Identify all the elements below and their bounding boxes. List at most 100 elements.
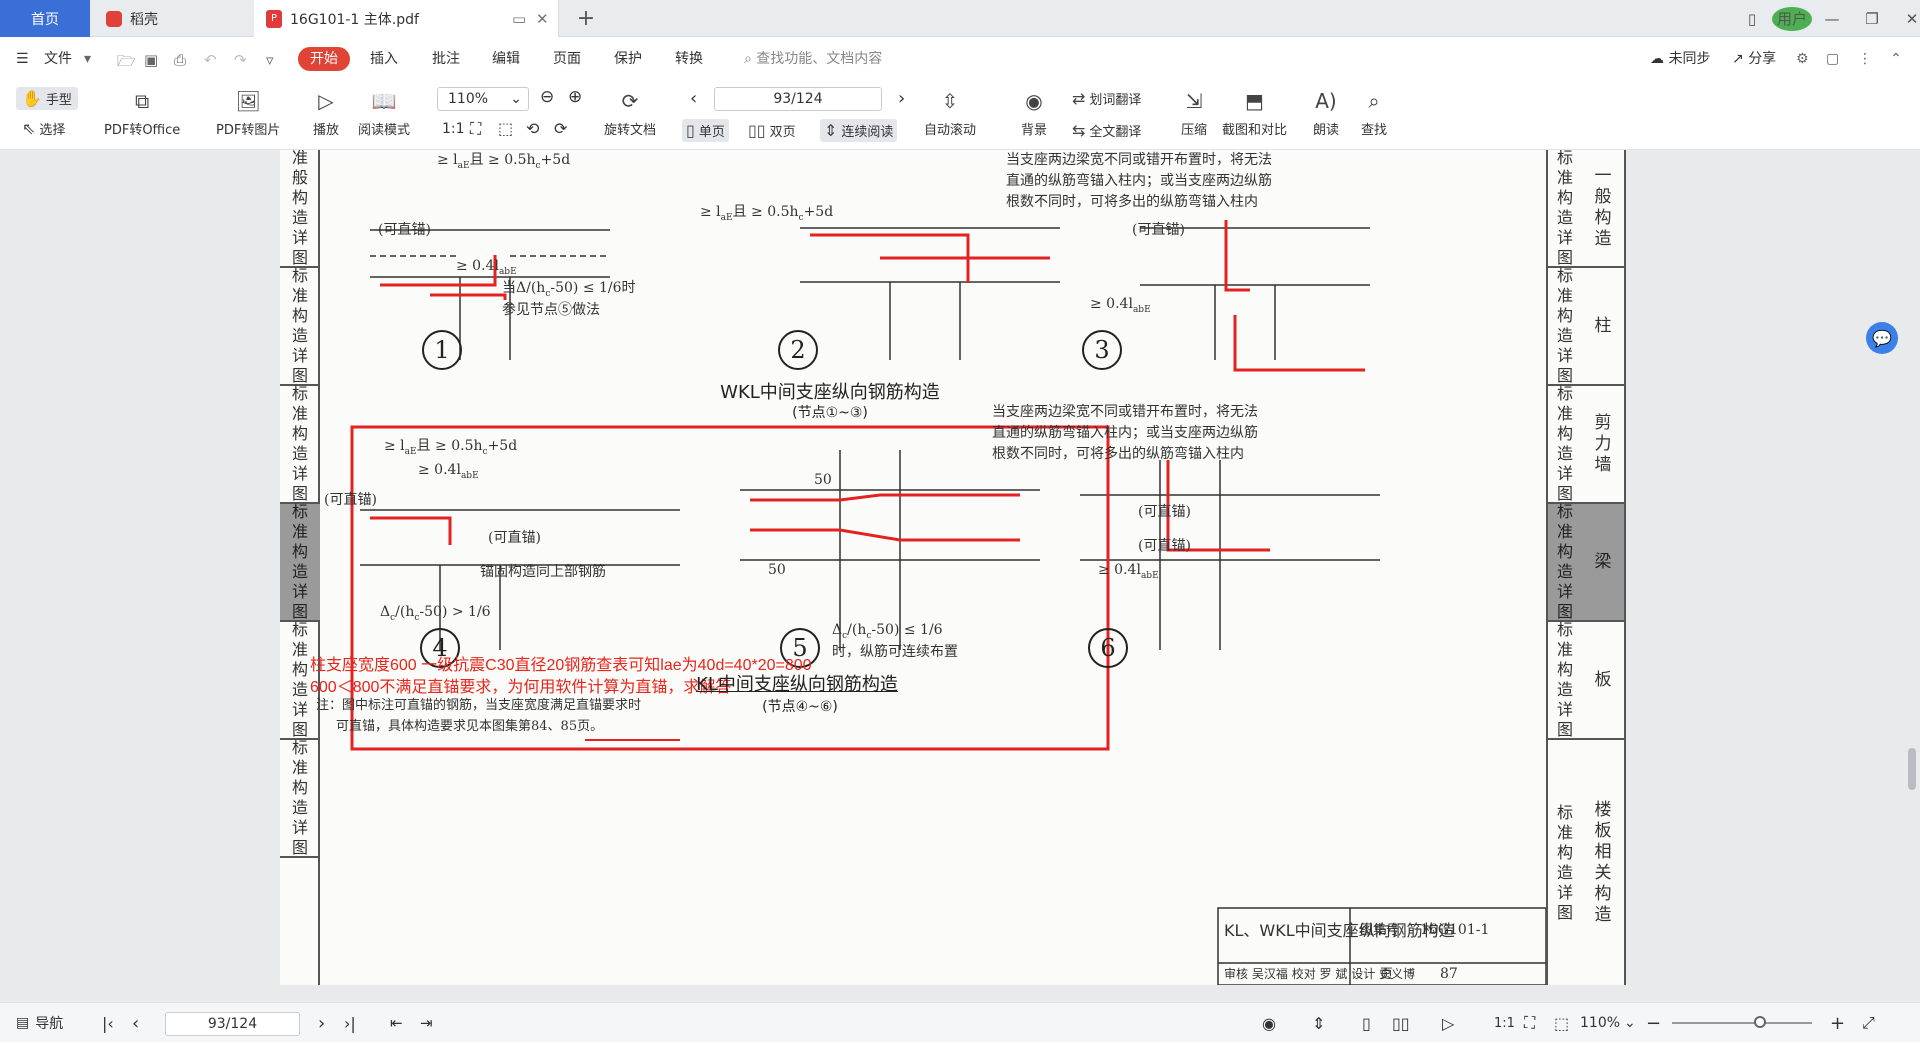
node5-red-rebar: [750, 493, 1020, 542]
menu-bar: ☰ 文件 ▾ 🗁 ▣ ⎙ ↶ ↷ ▿ 开始 插入 批注 编辑 页面 保护 转换 …: [0, 37, 1920, 81]
new-tab-button[interactable]: +: [570, 0, 602, 37]
continuous-read-button[interactable]: ⇕ 连续阅读: [820, 119, 898, 142]
chevron-down-icon[interactable]: ▾: [84, 47, 91, 71]
play-status-icon[interactable]: ▷: [1442, 1003, 1454, 1043]
fullscreen-icon[interactable]: ⤢: [1862, 1003, 1875, 1043]
minimize-icon[interactable]: —: [1812, 10, 1852, 28]
continuous-label: 连续阅读: [841, 125, 894, 140]
fit-page-status-icon[interactable]: ⛶: [1524, 1003, 1535, 1043]
fit-width-status-icon[interactable]: ⬚: [1554, 1003, 1569, 1043]
nav-toggle[interactable]: ▤ 导航: [16, 1003, 63, 1043]
compress-button[interactable]: ⇲ 压缩: [1180, 87, 1208, 138]
node5-continuous: 时，纵筋可连续布置: [832, 644, 958, 660]
index-char: 构: [1556, 842, 1573, 862]
vertical-scrollbar[interactable]: [1904, 150, 1920, 1002]
single-page-status-icon[interactable]: ▯: [1362, 1003, 1371, 1043]
play-button[interactable]: ▷ 播放: [312, 87, 340, 138]
document-viewport[interactable]: 准般构造详图 标准构造详图 标准构造详图 标准构造详图 标准构造详图 标准构造详…: [0, 150, 1920, 1002]
word-translate-button[interactable]: ⇄ 划词翻译: [1072, 89, 1141, 108]
scrollbar-thumb[interactable]: [1908, 748, 1916, 790]
first-page-icon[interactable]: |‹: [102, 1003, 114, 1043]
open-folder-icon[interactable]: 🗁: [117, 51, 136, 76]
more-down-icon[interactable]: ▿: [266, 51, 274, 69]
last-page-icon[interactable]: ›|: [344, 1003, 356, 1043]
search-box[interactable]: ⌕ 查找功能、文档内容: [744, 47, 882, 71]
zoom-slider[interactable]: [1672, 1016, 1812, 1028]
screenshot-compare-button[interactable]: ⬒ 截图和对比: [1222, 87, 1287, 138]
menu-file[interactable]: 文件: [44, 47, 72, 71]
fit-page-icon[interactable]: ⛶: [470, 119, 481, 139]
save-icon[interactable]: ▣: [144, 51, 158, 69]
more-icon[interactable]: ⋮: [1858, 47, 1872, 71]
avatar[interactable]: 用户: [1772, 6, 1812, 31]
pdf-to-image-button[interactable]: 🖼 PDF转图片: [216, 87, 280, 138]
menu-page[interactable]: 页面: [553, 47, 581, 71]
full-translate-button[interactable]: ⇆ 全文翻译: [1072, 121, 1141, 140]
forward-icon[interactable]: ⇥: [420, 1003, 433, 1043]
zoom-out-icon[interactable]: ⊖: [540, 87, 554, 107]
pdf-to-office-button[interactable]: ⧉ PDF转Office: [104, 87, 180, 138]
actual-size-status-icon[interactable]: 1:1: [1494, 1003, 1515, 1043]
index-col-category: 梁: [1582, 552, 1624, 573]
redo-icon[interactable]: ↷: [234, 51, 247, 69]
tab-home[interactable]: 首页: [0, 0, 90, 37]
autoscroll-button[interactable]: ⇳ 自动滚动: [924, 87, 976, 138]
double-page-button[interactable]: ▯▯ 双页: [748, 121, 796, 140]
index-char: 标: [1556, 266, 1573, 285]
menu-edit[interactable]: 编辑: [492, 47, 520, 71]
single-page-button[interactable]: ▯ 单页: [682, 119, 729, 142]
menu-annotate[interactable]: 批注: [432, 47, 460, 71]
rotate-document-button[interactable]: ⟳ 旋转文档: [604, 87, 656, 138]
restore-icon[interactable]: ❐: [1852, 10, 1892, 28]
close-window-icon[interactable]: ✕: [1892, 10, 1920, 28]
status-page-input[interactable]: 93/124: [165, 1012, 300, 1036]
zoom-slider-knob[interactable]: [1754, 1016, 1766, 1028]
menu-insert[interactable]: 插入: [370, 47, 398, 71]
background-button[interactable]: ◉ 背景: [1020, 87, 1048, 138]
tab-docer[interactable]: 稻壳: [92, 0, 252, 37]
zoom-select[interactable]: 110% ⌄: [437, 87, 529, 111]
prev-page-status-icon[interactable]: ‹: [132, 1003, 139, 1043]
next-page-icon[interactable]: ›: [898, 88, 905, 109]
sync-button[interactable]: ☁ 未同步: [1650, 47, 1710, 71]
status-zoom-select[interactable]: 110% ⌄: [1580, 1003, 1636, 1043]
hamburger-icon[interactable]: ☰: [16, 47, 29, 71]
feedback-icon[interactable]: ▢: [1826, 47, 1839, 71]
share-button[interactable]: ↗ 分享: [1732, 47, 1776, 71]
hand-tool-button[interactable]: ✋ 手型: [16, 87, 78, 110]
eye-care-icon[interactable]: ◉: [1262, 1003, 1276, 1043]
rotate-left-icon[interactable]: ⟲: [526, 119, 539, 138]
actual-size-icon[interactable]: 1:1: [442, 121, 465, 137]
undo-icon[interactable]: ↶: [204, 51, 217, 69]
print-icon[interactable]: ⎙: [174, 51, 186, 69]
prev-page-icon[interactable]: ‹: [690, 88, 697, 109]
zoom-in-status-icon[interactable]: +: [1830, 1003, 1845, 1043]
read-aloud-button[interactable]: A) 朗读: [1312, 87, 1340, 138]
title-block-page-label: 页: [1380, 967, 1394, 982]
rotate-right-icon[interactable]: ⟳: [554, 119, 567, 138]
zoom-in-icon[interactable]: ⊕: [568, 87, 582, 107]
collapse-icon[interactable]: ⌃: [1890, 47, 1902, 71]
menu-convert[interactable]: 转换: [675, 47, 703, 71]
page-note-line2: 可直锚，具体构造要求见本图集第84、85页。: [336, 719, 604, 734]
fit-width-icon[interactable]: ⬚: [498, 119, 513, 138]
settings-icon[interactable]: ⚙: [1796, 47, 1809, 71]
right-index-strip: 标准构造详图一般构造 标准构造详图柱 标准构造详图剪力墙 标准构造详图梁 标准构…: [1546, 150, 1626, 985]
zoom-out-status-icon[interactable]: −: [1646, 1003, 1661, 1043]
page-number-input[interactable]: 93/124: [714, 87, 882, 111]
back-icon[interactable]: ⇤: [390, 1003, 403, 1043]
screen-icon[interactable]: ▭: [512, 10, 526, 28]
layout-icon[interactable]: ▯: [1732, 10, 1772, 28]
menu-start[interactable]: 开始: [298, 47, 350, 71]
select-tool-button[interactable]: ⇖ 选择: [22, 119, 65, 138]
assistant-floating-button[interactable]: 💬: [1866, 322, 1898, 354]
menu-protect[interactable]: 保护: [614, 47, 642, 71]
double-page-status-icon[interactable]: ▯▯: [1392, 1003, 1410, 1043]
close-tab-icon[interactable]: ✕: [536, 10, 549, 28]
read-mode-button[interactable]: 📖 阅读模式: [358, 87, 410, 138]
index-char: 墙: [1594, 454, 1612, 475]
find-button[interactable]: ⌕ 查找: [1360, 87, 1388, 138]
tab-document[interactable]: P 16G101-1 主体.pdf ▭ ✕: [254, 0, 559, 37]
continuous-status-icon[interactable]: ⇕: [1312, 1003, 1325, 1043]
next-page-status-icon[interactable]: ›: [318, 1003, 325, 1043]
